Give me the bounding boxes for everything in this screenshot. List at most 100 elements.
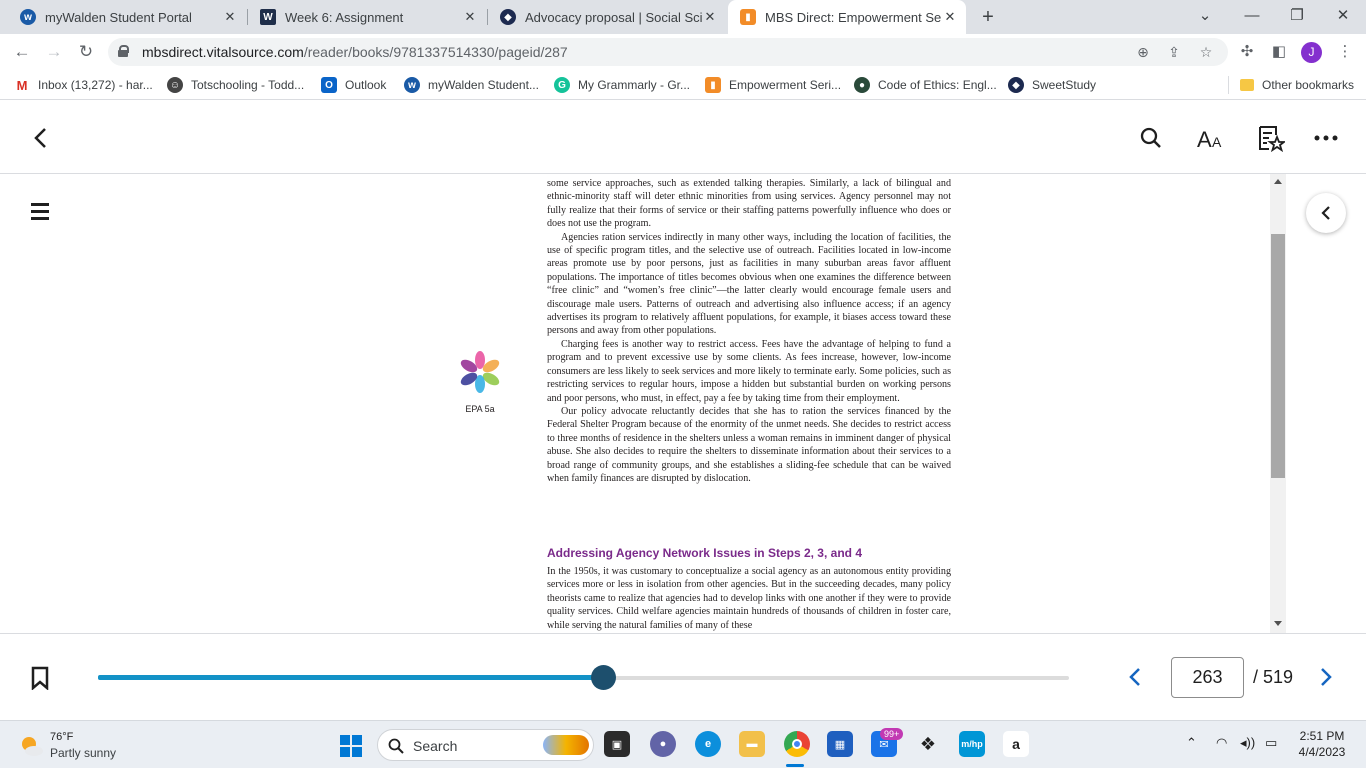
weather-widget[interactable]: 76°F Partly sunny <box>18 729 138 763</box>
partly-sunny-icon <box>22 737 43 756</box>
tab-title: Week 6: Assignment <box>285 9 404 25</box>
page-total: / 519 <box>1253 667 1294 687</box>
dropbox-icon[interactable]: ❖ <box>915 731 941 757</box>
show-hidden-icons[interactable]: ⌃ <box>1186 735 1197 751</box>
store-icon[interactable]: ▦ <box>827 731 853 757</box>
tab-advocacy[interactable]: ◆ Advocacy proposal | Social Scien ✕ <box>488 0 726 34</box>
reload-button[interactable]: ↻ <box>74 40 98 64</box>
volume-icon[interactable]: ◂)) <box>1240 735 1255 751</box>
new-tab-button[interactable]: + <box>977 4 999 30</box>
sweetstudy-icon: ◆ <box>1008 77 1024 93</box>
mbs-icon: ▮ <box>705 77 721 93</box>
scroll-down-arrow[interactable] <box>1274 621 1282 626</box>
folder-icon <box>1240 79 1254 91</box>
tab-mbs-direct[interactable]: ▮ MBS Direct: Empowerment Series ✕ <box>728 0 966 34</box>
epa-flower-icon <box>460 351 500 393</box>
lock-icon[interactable] <box>118 45 129 57</box>
clock-time: 2:51 PM <box>1299 729 1345 743</box>
notes-button[interactable] <box>1254 121 1288 155</box>
mail-badge: 99+ <box>880 728 904 740</box>
tab-week6[interactable]: W Week 6: Assignment ✕ <box>248 0 486 34</box>
page-slider-handle[interactable] <box>590 665 616 690</box>
expand-panel-button[interactable] <box>1306 193 1346 233</box>
bookmark-page-button[interactable] <box>31 666 49 695</box>
page-number-input[interactable]: 263 <box>1171 657 1244 698</box>
teams-chat-icon[interactable]: ● <box>650 731 676 757</box>
text-size-button[interactable]: AA <box>1194 121 1228 155</box>
scroll-up-arrow[interactable] <box>1274 179 1282 184</box>
search-button[interactable] <box>1134 121 1168 155</box>
back-to-library-button[interactable] <box>23 121 57 155</box>
close-icon[interactable]: ✕ <box>702 9 718 25</box>
windows-taskbar: 76°F Partly sunny Search ▣ ● e ▬ ▦ ✉ 99+… <box>0 720 1366 768</box>
hp-icon[interactable]: m/hp <box>959 731 985 757</box>
walden-icon: w <box>20 9 36 25</box>
start-button[interactable] <box>339 734 363 763</box>
system-clock[interactable]: 2:51 PM 4/4/2023 <box>1288 728 1356 760</box>
bookmark-star-icon[interactable]: ☆ <box>1197 43 1215 61</box>
paragraph: some service approaches, such as extende… <box>547 178 951 230</box>
search-icon <box>1140 127 1161 148</box>
walden-icon: w <box>404 77 420 93</box>
tab-mywalden[interactable]: w myWalden Student Portal ✕ <box>8 0 246 34</box>
profile-avatar[interactable]: J <box>1301 42 1322 63</box>
bookmark-totschooling[interactable]: ☺ Totschooling - Todd... <box>167 76 304 94</box>
chevron-left-icon <box>34 128 46 148</box>
back-button[interactable]: ← <box>10 40 34 64</box>
bookmark-mywalden[interactable]: w myWalden Student... <box>404 76 539 94</box>
sweetstudy-icon: ◆ <box>500 9 516 25</box>
totschooling-icon: ☺ <box>167 77 183 93</box>
previous-page-button[interactable] <box>1129 667 1141 692</box>
tab-title: Advocacy proposal | Social Scien <box>525 9 702 25</box>
bookmark-label: Inbox (13,272) - har... <box>38 78 153 92</box>
bookmark-code-of-ethics[interactable]: ● Code of Ethics: Engl... <box>854 76 997 94</box>
share-icon[interactable]: ⇪ <box>1165 43 1183 61</box>
gmail-icon: M <box>14 77 30 93</box>
next-page-button[interactable] <box>1320 667 1332 692</box>
table-of-contents-button[interactable] <box>28 201 52 221</box>
forward-button[interactable]: → <box>42 40 66 64</box>
reader-header: AA <box>0 101 1366 174</box>
wifi-icon[interactable]: ◠ <box>1216 735 1227 751</box>
tab-strip: w myWalden Student Portal ✕ W Week 6: As… <box>0 0 1366 34</box>
zoom-icon[interactable]: ⊕ <box>1134 43 1152 61</box>
amazon-icon[interactable]: a <box>1003 731 1029 757</box>
chrome-icon[interactable] <box>784 731 810 757</box>
bookmark-grammarly[interactable]: G My Grammarly - Gr... <box>554 76 690 94</box>
edge-icon[interactable]: e <box>695 731 721 757</box>
restore-button[interactable]: ❐ <box>1285 5 1309 27</box>
other-bookmarks-label: Other bookmarks <box>1262 78 1355 92</box>
tab-search-icon[interactable]: ⌄ <box>1193 5 1217 27</box>
minimize-button[interactable]: — <box>1240 5 1264 27</box>
bookmark-label: Totschooling - Todd... <box>191 78 305 92</box>
file-explorer-icon[interactable]: ▬ <box>739 731 765 757</box>
paragraph: In the 1950s, it was customary to concep… <box>547 566 951 631</box>
address-bar[interactable]: mbsdirect.vitalsource.com/reader/books/9… <box>108 38 1228 66</box>
close-icon[interactable]: ✕ <box>942 9 958 25</box>
bookmark-empowerment[interactable]: ▮ Empowerment Seri... <box>705 76 841 94</box>
extensions-icon[interactable]: ✣ <box>1237 42 1257 62</box>
clock-date: 4/4/2023 <box>1298 745 1346 759</box>
mbs-icon: ▮ <box>740 9 756 25</box>
close-icon[interactable]: ✕ <box>222 9 238 25</box>
browser-toolbar: ← → ↻ mbsdirect.vitalsource.com/reader/b… <box>0 34 1366 70</box>
battery-icon[interactable]: ▭ <box>1265 735 1277 751</box>
epa-label: EPA 5a <box>465 404 495 414</box>
scrollbar-thumb[interactable] <box>1271 234 1285 478</box>
bookmark-label: Empowerment Seri... <box>729 78 842 92</box>
side-panel-icon[interactable]: ◧ <box>1269 42 1289 62</box>
bookmark-sweetstudy[interactable]: ◆ SweetStudy <box>1008 76 1096 94</box>
taskbar-search[interactable]: Search <box>377 729 594 761</box>
close-window-button[interactable]: ✕ <box>1331 5 1355 27</box>
bookmark-gmail[interactable]: M Inbox (13,272) - har... <box>14 76 153 94</box>
epa-marker: EPA 5a <box>450 349 510 414</box>
menu-icon[interactable]: ⋮ <box>1335 42 1355 62</box>
bookmark-outlook[interactable]: O Outlook <box>321 76 386 94</box>
page-text-continued: In the 1950s, it was customary to concep… <box>547 565 951 632</box>
close-icon[interactable]: ✕ <box>462 9 478 25</box>
task-view-icon[interactable]: ▣ <box>604 731 630 757</box>
more-options-button[interactable] <box>1309 121 1343 155</box>
other-bookmarks[interactable]: Other bookmarks <box>1240 76 1354 94</box>
url-text[interactable]: mbsdirect.vitalsource.com/reader/books/9… <box>142 44 568 60</box>
svg-text:A: A <box>1212 134 1222 150</box>
